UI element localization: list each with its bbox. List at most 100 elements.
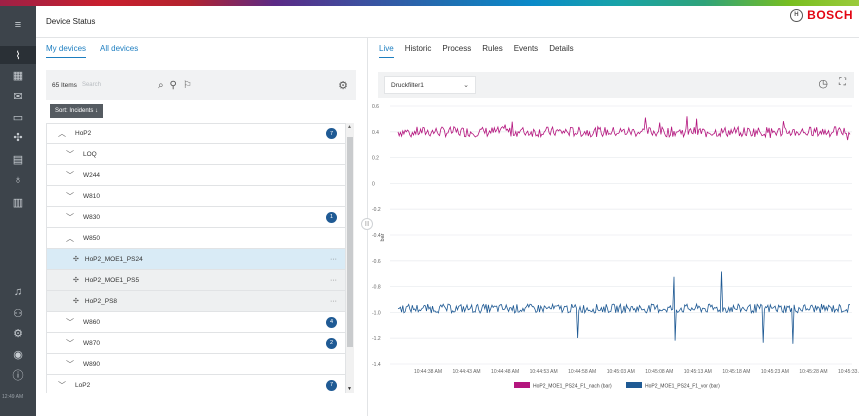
hierarchy-icon[interactable]: ⚲: [170, 80, 177, 91]
tab-all-devices[interactable]: All devices: [100, 44, 138, 58]
tree-row-label: HoP2_MOE1_PS24: [84, 255, 143, 263]
expand-icon[interactable]: ⛶: [839, 77, 846, 88]
tree-row[interactable]: ﹀ W860 4: [46, 312, 346, 333]
mail-icon[interactable]: ✉: [0, 87, 36, 105]
tree-row-label: LoP2: [75, 381, 91, 389]
x-tick-label: 10:45:08 AM: [645, 369, 673, 375]
chart-icon[interactable]: ⌇: [0, 46, 36, 64]
x-tick-label: 10:44:53 AM: [530, 369, 558, 375]
y-tick-label: -0.6: [372, 259, 381, 265]
tree-row[interactable]: ︿ W850: [46, 228, 346, 249]
tree-row[interactable]: ﹀ W890: [46, 354, 346, 375]
filter-value: Druckfilter1: [391, 81, 424, 89]
page-title: Device Status: [46, 17, 96, 26]
chevron-up-icon[interactable]: ︿: [65, 233, 75, 244]
tree-row-label: LOQ: [83, 150, 97, 158]
pin-icon[interactable]: ⚐: [183, 80, 192, 91]
live-chart: 0.60.40.20-0.2-0.4-0.6-0.8-1.0-1.2-1.4ba…: [372, 104, 859, 390]
tab-details[interactable]: Details: [549, 44, 573, 58]
tree-row-label: W860: [83, 318, 100, 326]
x-tick-label: 10:45:18 AM: [722, 369, 750, 375]
chevron-down-icon[interactable]: ﹀: [65, 170, 75, 181]
device-row[interactable]: ✣ HoP2_MOE1_PS24 ···: [46, 249, 346, 270]
chevron-down-icon[interactable]: ﹀: [65, 191, 75, 202]
more-options-icon[interactable]: ···: [330, 256, 337, 263]
x-tick-label: 10:45:33 AM: [838, 369, 859, 375]
x-tick-label: 10:45:13 AM: [684, 369, 712, 375]
scroll-up-icon[interactable]: ▲: [347, 124, 352, 130]
bell-icon[interactable]: ♫: [0, 283, 36, 301]
location-icon[interactable]: ◉: [0, 345, 36, 363]
legend-swatch: [514, 382, 530, 388]
tree-row-label: W850: [83, 234, 100, 242]
tree-row[interactable]: ﹀ W810: [46, 186, 346, 207]
y-tick-label: 0: [372, 181, 375, 187]
tab-live[interactable]: Live: [379, 44, 394, 58]
search-input[interactable]: Search: [82, 82, 152, 88]
tree-row[interactable]: ︿ HoP2 7: [46, 123, 346, 144]
device-tabs: My devices All devices: [46, 44, 138, 58]
nav-rail: ≡ ⌇ ▦ ✉ ▭ ✣ ▤ ♁ ▥ ♫ ⚇ ⚙ ◉ ⓘ 12:49 AM: [0, 6, 36, 416]
device-row[interactable]: ✣ HoP2_PS8 ···: [46, 291, 346, 312]
tree-row[interactable]: ﹀ W244: [46, 165, 346, 186]
gear-icon[interactable]: ⚙: [338, 79, 348, 92]
x-tick-label: 10:45:28 AM: [799, 369, 827, 375]
tab-rules[interactable]: Rules: [482, 44, 502, 58]
tab-process[interactable]: Process: [442, 44, 471, 58]
chevron-down-icon[interactable]: ﹀: [65, 338, 75, 349]
device-row[interactable]: ✣ HoP2_MOE1_PS5 ···: [46, 270, 346, 291]
item-count: 65 Items: [52, 81, 77, 89]
clock-icon[interactable]: ◷: [818, 77, 828, 90]
tree-row[interactable]: ﹀ W830 1: [46, 207, 346, 228]
tree-row-label: W810: [83, 192, 100, 200]
device-tree: ︿ HoP2 7 ﹀ LOQ ﹀ W244 ﹀ W810 ﹀ W830 1 ︿ W850 ✣ HoP2_MOE…: [46, 123, 346, 393]
user-icon[interactable]: ⚇: [0, 304, 36, 322]
scroll-thumb[interactable]: [347, 137, 353, 347]
y-tick-label: -1.0: [372, 310, 381, 316]
legend-swatch: [626, 382, 642, 388]
bosch-armature-icon: H: [790, 8, 804, 22]
tree-row[interactable]: ﹀ LOQ: [46, 144, 346, 165]
detail-tabs: Live Historic Process Rules Events Details: [379, 44, 574, 58]
y-tick-label: -1.2: [372, 336, 381, 342]
lightbulb-icon[interactable]: ♁: [0, 171, 36, 189]
device-icon[interactable]: ✣: [0, 128, 36, 146]
x-tick-label: 10:45:23 AM: [761, 369, 789, 375]
search-icon[interactable]: ⌕: [158, 80, 164, 91]
tree-row-label: HoP2: [75, 130, 92, 137]
device-icon: ✣: [73, 277, 79, 284]
chevron-down-icon[interactable]: ﹀: [65, 212, 75, 223]
menu-icon[interactable]: ≡: [0, 16, 36, 34]
tree-row[interactable]: ﹀ LoP2 7: [46, 375, 346, 393]
chevron-down-icon[interactable]: ﹀: [65, 359, 75, 370]
tree-scrollbar[interactable]: ▲ ▼: [346, 123, 354, 393]
chevron-down-icon[interactable]: ﹀: [57, 380, 67, 391]
ticket-icon[interactable]: ▭: [0, 108, 36, 126]
y-tick-label: -0.2: [372, 207, 381, 213]
tree-row-label: W890: [83, 360, 100, 368]
device-icon: ✣: [73, 298, 79, 305]
chevron-up-icon[interactable]: ︿: [57, 128, 67, 139]
chart-toolbar: Druckfilter1 ⌄ ◷ ⛶: [378, 72, 854, 98]
tab-my-devices[interactable]: My devices: [46, 44, 87, 58]
tab-events[interactable]: Events: [514, 44, 538, 58]
scroll-down-icon[interactable]: ▼: [347, 386, 352, 392]
y-axis-label: bar: [380, 233, 386, 241]
chevron-down-icon[interactable]: ﹀: [65, 317, 75, 328]
tree-row[interactable]: ﹀ W870 2: [46, 333, 346, 354]
chevron-down-icon[interactable]: ﹀: [65, 149, 75, 160]
more-options-icon[interactable]: ···: [330, 298, 337, 305]
clock-time: 12:49 AM: [2, 394, 24, 400]
sort-button[interactable]: Sort: Incidents ↓: [50, 104, 104, 118]
monitor-icon[interactable]: ▤: [0, 150, 36, 168]
legend-label: HoP2_MOE1_PS24_F1_vor (bar): [645, 384, 720, 390]
help-icon[interactable]: ⓘ: [0, 366, 36, 384]
tab-historic[interactable]: Historic: [405, 44, 432, 58]
filter-select[interactable]: Druckfilter1 ⌄: [384, 76, 476, 94]
dashboard-icon[interactable]: ▦: [0, 66, 36, 84]
chart-panel: Live Historic Process Rules Events Details Dr…: [368, 38, 859, 416]
more-options-icon[interactable]: ···: [330, 277, 337, 284]
series-line: [397, 116, 851, 141]
settings-icon[interactable]: ⚙: [0, 324, 36, 342]
list-icon[interactable]: ▥: [0, 193, 36, 211]
